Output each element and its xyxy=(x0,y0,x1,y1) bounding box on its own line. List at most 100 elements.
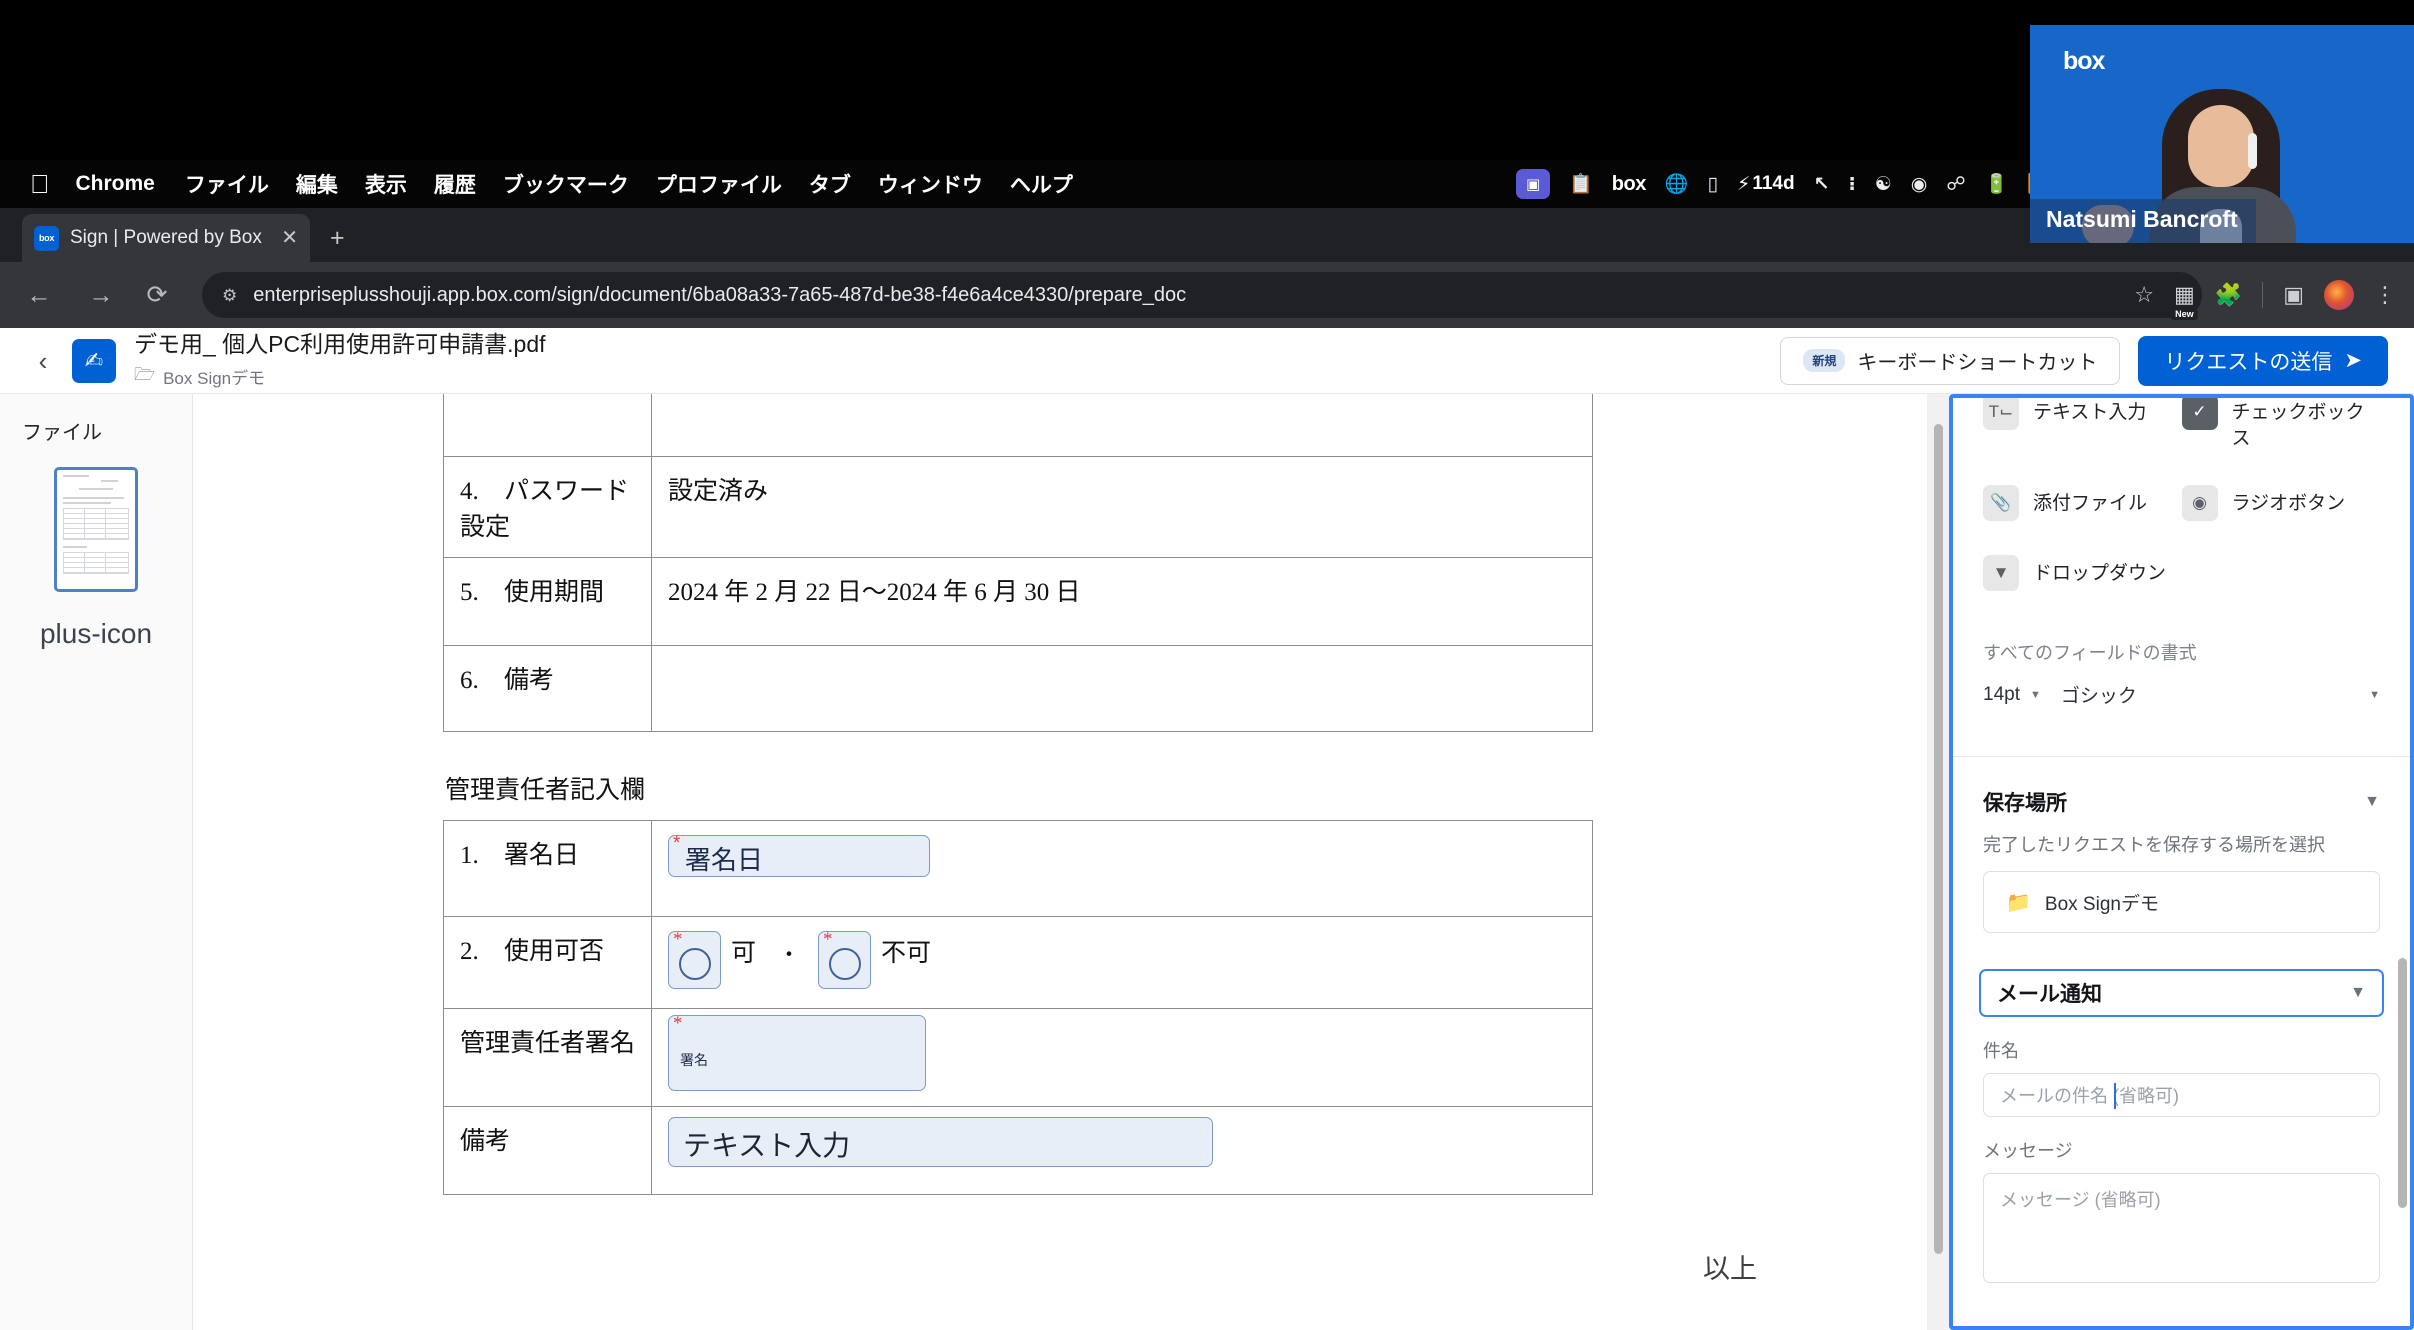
send-request-button[interactable]: リクエストの送信 ➤ xyxy=(2138,335,2388,386)
dots-icon[interactable]: ⁝ xyxy=(1849,175,1856,194)
globe-icon[interactable]: 🌐 xyxy=(1665,175,1689,194)
save-location-header[interactable]: 保存場所 ▼ xyxy=(1953,757,2410,817)
field-type-checkbox[interactable]: ✓ チェックボックス xyxy=(2181,398,2381,451)
table-cell-label xyxy=(443,394,652,457)
field-type-attachment[interactable]: 📎 添付ファイル xyxy=(1983,485,2182,522)
tab-title: Sign | Powered by Box xyxy=(70,227,262,248)
email-subject-input[interactable]: メールの件名 (省略可) xyxy=(1983,1073,2380,1118)
radio-label-allow: 可 xyxy=(731,940,757,967)
url-text: enterpriseplusshouji.app.box.com/sign/do… xyxy=(253,283,1187,306)
remarks-text-field[interactable]: テキスト入力 xyxy=(668,1117,1213,1167)
note-icon[interactable]: ▯ xyxy=(1708,175,1718,194)
document-end-mark: 以上 xyxy=(1703,1254,1757,1284)
field-type-text-input[interactable]: T⌙ テキスト入力 xyxy=(1983,398,2182,451)
field-type-radio-button[interactable]: ◉ ラジオボタン xyxy=(2181,485,2381,522)
menubar-item-tab[interactable]: タブ xyxy=(809,169,851,199)
document-scrollbar[interactable] xyxy=(1934,424,1943,1254)
save-location-folder-name: Box Signデモ xyxy=(2044,893,2159,915)
add-file-button[interactable]: plus-icon xyxy=(0,618,192,650)
signature-date-field-label: 署名日 xyxy=(685,845,764,875)
keyboard-shortcuts-label: キーボードショートカット xyxy=(1857,352,2098,374)
record-icon[interactable]: ◉ xyxy=(1911,175,1928,194)
header-actions: 新規 キーボードショートカット リクエストの送信 ➤ xyxy=(1780,335,2388,386)
menubar-item-chrome[interactable]: Chrome xyxy=(76,172,155,196)
omnibox-actions: ☆ ▦ 🧩 ▣ ⋮ xyxy=(2134,280,2396,310)
menubar-item-history[interactable]: 履歴 xyxy=(434,169,476,199)
email-message-textarea[interactable]: メッセージ (省略可) xyxy=(1983,1173,2380,1284)
chrome-menu-icon[interactable]: ⋮ xyxy=(2374,284,2396,306)
apple-icon[interactable]:  xyxy=(30,171,50,197)
menubar-item-edit[interactable]: 編集 xyxy=(296,169,338,199)
field-type-dropdown[interactable]: ▼ ドロップダウン xyxy=(1983,555,2182,592)
puzzle-icon[interactable]: 🧩 xyxy=(2215,284,2242,306)
side-panel-icon[interactable]: ▣ xyxy=(2283,284,2304,306)
chevron-down-icon[interactable]: ▼ xyxy=(2350,984,2366,1002)
omnibox-toolbar: ← → ⟳ ⚙ enterpriseplusshouji.app.box.com… xyxy=(0,262,2414,328)
table-cell-value: 設定済み xyxy=(651,456,1593,558)
font-size-value[interactable]: 14pt xyxy=(1983,684,2020,706)
chevron-down-icon[interactable]: ▼ xyxy=(2364,793,2380,811)
bluetooth-icon[interactable]: ☍ xyxy=(1946,175,1965,194)
menubar-item-help[interactable]: ヘルプ xyxy=(1010,169,1073,199)
box-icon[interactable]: box xyxy=(1612,173,1647,196)
radio-group: * 可 ・ * 不可 xyxy=(668,930,1576,989)
battery-114d-icon[interactable]: ⚡ 114d xyxy=(1737,173,1795,196)
table-row xyxy=(443,394,1593,457)
signature-date-field[interactable]: * 署名日 xyxy=(668,834,930,877)
avatar[interactable] xyxy=(2324,280,2354,310)
back-icon[interactable]: ← xyxy=(16,282,62,308)
chevron-down-icon[interactable]: ▼ xyxy=(2369,689,2380,701)
row-label: 使用期間 xyxy=(504,579,605,606)
table-cell-field: * 署名日 xyxy=(651,820,1593,917)
properties-sidebar: T⌙ テキスト入力 ✓ チェックボックス 📎 添付ファイル ◉ ラジオボタン ▼… xyxy=(1949,394,2414,1330)
field-type-label: ラジオボタン xyxy=(2231,493,2346,515)
video-overlay[interactable]: box Natsumi Bancroft xyxy=(2030,25,2414,243)
text-input-icon: T⌙ xyxy=(1983,398,2019,430)
close-icon[interactable]: ✕ xyxy=(281,228,298,248)
forward-icon[interactable]: → xyxy=(78,282,124,308)
battery-charging-icon[interactable]: 🔋 xyxy=(1985,175,2009,194)
save-location-folder[interactable]: 📁 Box Signデモ xyxy=(1983,871,2380,934)
manager-signature-field-label: 署名 xyxy=(680,1052,708,1068)
folder-icon: 🗁 xyxy=(134,365,156,385)
keyboard-shortcuts-button[interactable]: 新規 キーボードショートカット xyxy=(1780,336,2121,385)
clipboard-icon[interactable]: 📋 xyxy=(1569,175,1593,194)
radio-button-deny[interactable]: * xyxy=(818,930,872,989)
table-row: 2. 使用可否 * 可 ・ * 不可 xyxy=(443,916,1593,1009)
sidebar-scroll-content: T⌙ テキスト入力 ✓ チェックボックス 📎 添付ファイル ◉ ラジオボタン ▼… xyxy=(1953,398,2410,1284)
chevron-left-icon[interactable]: ‹ xyxy=(22,348,64,374)
row-number: 1. xyxy=(460,842,479,869)
box-logo: box xyxy=(2063,47,2105,75)
manager-signature-field[interactable]: * 署名 xyxy=(668,1014,926,1091)
text-cursor xyxy=(2114,1083,2116,1110)
reload-icon[interactable]: ⟳ xyxy=(134,282,180,308)
broadcast-icon[interactable]: ☯ xyxy=(1875,175,1892,194)
site-settings-icon[interactable]: ⚙ xyxy=(222,287,237,304)
radio-button-allow[interactable]: * xyxy=(668,930,721,989)
plus-icon[interactable]: + xyxy=(330,226,345,251)
row-label: 備考 xyxy=(504,667,555,694)
new-feature-icon[interactable]: ▦ xyxy=(2174,284,2195,306)
document-canvas[interactable]: 4. パスワード設定 設定済み 5. 使用期間 2024 年 2 月 22 日〜20… xyxy=(193,394,1949,1330)
address-bar[interactable]: ⚙ enterpriseplusshouji.app.box.com/sign/… xyxy=(202,272,2202,318)
menubar-item-file[interactable]: ファイル xyxy=(185,169,269,199)
email-subject-placeholder: メールの件名 (省略可) xyxy=(2000,1086,2179,1107)
breadcrumb[interactable]: 🗁 Box Signデモ xyxy=(134,362,546,391)
row-label: 使用可否 xyxy=(504,938,605,965)
menubar-item-window[interactable]: ウィンドウ xyxy=(878,169,983,199)
document-table-bottom: 1. 署名日 * 署名日 2. 使用可否 * 可 ・ * 不可 管理責任者署名 … xyxy=(443,820,1593,1195)
menubar-item-view[interactable]: 表示 xyxy=(365,169,407,199)
screen-share-icon[interactable]: ▣ xyxy=(1516,169,1551,199)
font-family-value[interactable]: ゴシック xyxy=(2061,681,2369,708)
sidebar-scrollbar[interactable] xyxy=(2398,958,2407,1208)
browser-tab[interactable]: box Sign | Powered by Box ✕ xyxy=(22,214,310,262)
email-notification-header[interactable]: メール通知 ▼ xyxy=(1979,969,2384,1018)
table-cell-field: * 可 ・ * 不可 xyxy=(651,916,1593,1009)
page-thumbnail[interactable] xyxy=(54,467,138,592)
menubar-item-bookmarks[interactable]: ブックマーク xyxy=(503,169,629,199)
cursor-icon[interactable]: ↖ xyxy=(1814,175,1830,194)
radio-button-icon xyxy=(679,948,711,980)
bookmark-star-icon[interactable]: ☆ xyxy=(2134,284,2154,306)
chevron-down-icon[interactable]: ▼ xyxy=(2030,689,2041,701)
menubar-item-profile[interactable]: プロファイル xyxy=(656,169,782,199)
